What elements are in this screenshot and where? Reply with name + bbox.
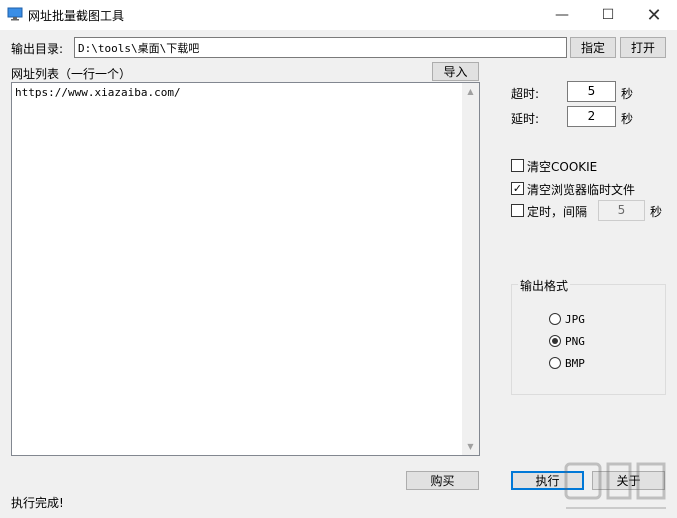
format-bmp-label[interactable]: BMP: [565, 357, 585, 370]
app-monitor-icon: [7, 7, 23, 21]
specify-button[interactable]: 指定: [570, 37, 616, 58]
format-png-label[interactable]: PNG: [565, 335, 585, 348]
timer-interval-input[interactable]: 5: [598, 200, 645, 221]
status-text: 执行完成!: [11, 496, 64, 510]
timeout-input[interactable]: 5: [567, 81, 616, 102]
timer-unit: 秒: [650, 205, 663, 219]
delay-unit: 秒: [621, 112, 634, 126]
clear-cookie-checkbox[interactable]: [511, 159, 524, 172]
scroll-up-icon[interactable]: ▲: [462, 83, 479, 100]
output-dir-input[interactable]: D:\tools\桌面\下载吧: [74, 37, 567, 58]
timer-checkbox[interactable]: [511, 204, 524, 217]
maximize-button[interactable]: ☐: [585, 0, 631, 30]
scroll-down-icon[interactable]: ▼: [462, 438, 479, 455]
url-list-textarea[interactable]: https://www.xiazaiba.com/ ▲ ▼: [11, 82, 480, 456]
url-list-scrollbar[interactable]: ▲ ▼: [462, 83, 479, 455]
format-png-radio[interactable]: [549, 335, 561, 347]
open-button[interactable]: 打开: [620, 37, 666, 58]
import-button[interactable]: 导入: [432, 62, 479, 81]
minimize-button[interactable]: —: [539, 0, 585, 30]
delay-input[interactable]: 2: [567, 106, 616, 127]
timeout-label: 超时:: [511, 87, 540, 101]
clear-cookie-label[interactable]: 清空COOKIE: [527, 158, 597, 175]
output-format-title: 输出格式: [518, 277, 571, 294]
close-button[interactable]: ✕: [631, 0, 677, 30]
output-format-group: [511, 284, 666, 395]
buy-button[interactable]: 购买: [406, 471, 479, 490]
timer-label[interactable]: 定时，间隔: [527, 203, 587, 220]
clear-temp-checkbox[interactable]: ✓: [511, 182, 524, 195]
timeout-unit: 秒: [621, 87, 634, 101]
watermark-logo-icon: [564, 462, 666, 509]
url-list-content: https://www.xiazaiba.com/: [15, 86, 181, 99]
clear-temp-label[interactable]: 清空浏览器临时文件: [527, 181, 635, 198]
delay-label: 延时:: [511, 112, 540, 126]
window-title: 网址批量截图工具: [28, 9, 125, 23]
url-list-label: 网址列表（一行一个）: [11, 67, 132, 81]
output-dir-label: 输出目录:: [11, 42, 64, 56]
format-jpg-radio[interactable]: [549, 313, 561, 325]
format-bmp-radio[interactable]: [549, 357, 561, 369]
format-jpg-label[interactable]: JPG: [565, 313, 585, 326]
